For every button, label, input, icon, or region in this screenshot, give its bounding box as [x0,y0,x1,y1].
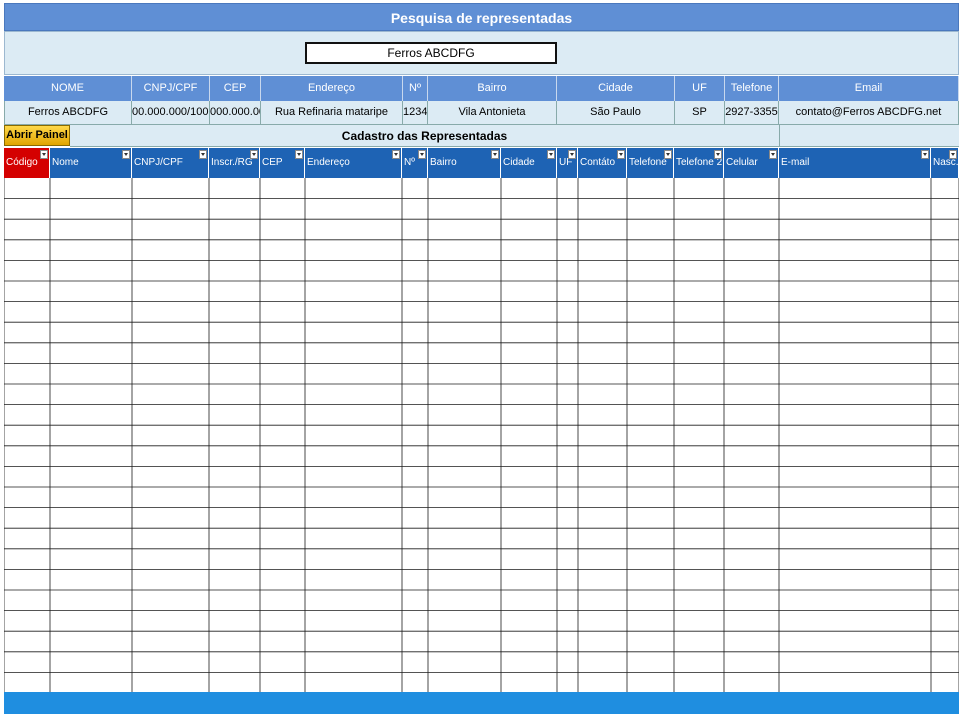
column-label: Celular [726,157,758,168]
result-value-uf: SP [675,101,725,125]
result-header-email: Email [779,76,959,101]
column-label: CNPJ/CPF [134,157,183,168]
column-label: Contáto [580,157,616,168]
result-value-endereco: Rua Refinaria mataripe [261,101,403,125]
filter-dropdown-icon[interactable] [547,150,555,159]
column-header-numero[interactable]: Nº [402,148,428,178]
column-label: Código [6,157,38,168]
column-header-uf[interactable]: UF [557,148,578,178]
column-header-nome[interactable]: Nome [50,148,132,178]
column-label: Nº [404,157,415,168]
filter-dropdown-icon[interactable] [295,150,303,159]
column-label: Nome [52,157,79,168]
filter-dropdown-icon[interactable] [664,150,672,159]
result-header-endereco: Endereço [261,76,403,101]
column-label: Endereço [307,157,350,168]
filter-dropdown-icon[interactable] [949,150,957,159]
result-value-cidade: São Paulo [557,101,675,125]
column-header-contato[interactable]: Contáto [578,148,627,178]
result-value-email: contato@Ferros ABCDFG.net [779,101,959,125]
column-header-cnpj[interactable]: CNPJ/CPF [132,148,209,178]
data-grid[interactable] [4,178,959,692]
result-header-cep: CEP [210,76,261,101]
filter-dropdown-icon[interactable] [769,150,777,159]
open-panel-button[interactable]: Abrir Painel [4,125,70,146]
result-header-uf: UF [675,76,725,101]
column-header-nasc[interactable]: Nasc. [931,148,959,178]
column-header-email[interactable]: E-mail [779,148,931,178]
result-value-telefone: 2927-3355 [725,101,779,125]
column-label: E-mail [781,157,810,168]
page-title: Pesquisa de representadas [4,3,959,31]
column-header-cidade[interactable]: Cidade [501,148,557,178]
result-value-cep: 000.000.000 [210,101,261,125]
column-header-codigo[interactable]: Código [4,148,50,178]
search-input[interactable]: Ferros ABCDFG [305,42,557,64]
result-value-bairro: Vila Antonieta [428,101,557,125]
result-header-telefone: Telefone [725,76,779,101]
filter-dropdown-icon[interactable] [122,150,130,159]
column-header-telefone[interactable]: Telefone [627,148,674,178]
column-header-bairro[interactable]: Bairro [428,148,501,178]
filter-dropdown-icon[interactable] [199,150,207,159]
result-header-cidade: Cidade [557,76,675,101]
register-title: Cadastro das Representadas [70,125,779,147]
column-header-telefone-2[interactable]: Telefone 2 [674,148,724,178]
filter-dropdown-icon[interactable] [617,150,625,159]
result-value-cnpj: 00.000.000/1000-30 [132,101,210,125]
result-header-cnpj: CNPJ/CPF [132,76,210,101]
filter-dropdown-icon[interactable] [921,150,929,159]
result-header-bairro: Bairro [428,76,557,101]
register-band-blank [779,125,959,147]
filter-dropdown-icon[interactable] [491,150,499,159]
filter-dropdown-icon[interactable] [392,150,400,159]
column-header-cep[interactable]: CEP [260,148,305,178]
result-header-nome: NOME [4,76,132,101]
filter-dropdown-icon[interactable] [568,150,576,159]
column-label: CEP [262,157,283,168]
column-header-celular[interactable]: Celular [724,148,779,178]
result-value-numero: 1234 [403,101,428,125]
filter-dropdown-icon[interactable] [714,150,722,159]
bottom-bar [4,692,959,714]
filter-dropdown-icon[interactable] [250,150,258,159]
column-header-endereco[interactable]: Endereço [305,148,402,178]
result-value-nome: Ferros ABCDFG [4,101,132,125]
result-header-numero: Nº [403,76,428,101]
column-label: Telefone [629,157,667,168]
filter-dropdown-icon[interactable] [40,150,48,159]
column-header-inscr-rg[interactable]: Inscr./RG [209,148,260,178]
column-label: Cidade [503,157,535,168]
filter-dropdown-icon[interactable] [418,150,426,159]
column-label: Inscr./RG [211,157,253,168]
column-label: Bairro [430,157,457,168]
